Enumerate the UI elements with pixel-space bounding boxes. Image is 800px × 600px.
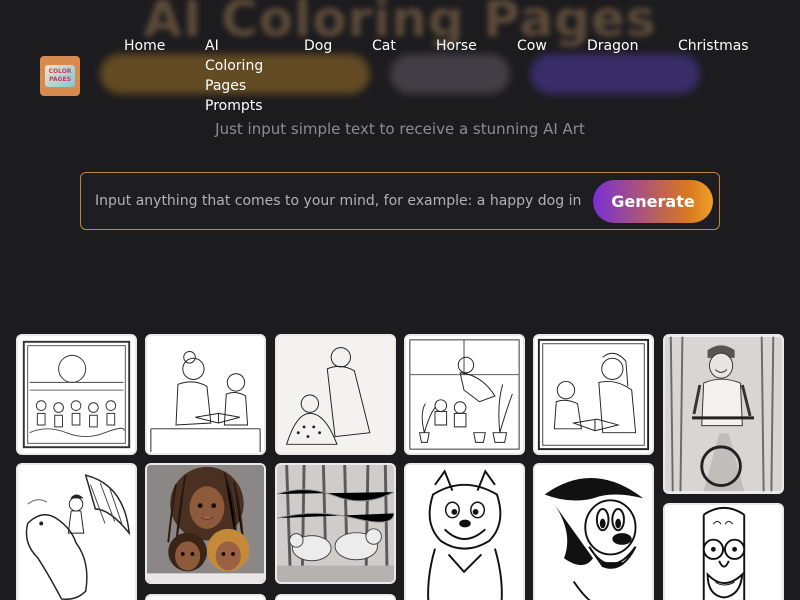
gallery-item-mother-children[interactable] [145,463,266,584]
mother-gardening-image [409,339,520,450]
grandmother-reading-image [150,350,261,453]
nav-ai-coloring-pages-prompts-line1[interactable]: AI [205,36,219,56]
prompt-search-bar: Generate [80,172,720,230]
nav-horse[interactable]: Horse [436,36,477,56]
boy-bicycle-image [665,336,782,492]
gallery-item-girl-dragon[interactable] [16,463,137,600]
gallery-item-mother-reading[interactable] [533,334,654,455]
gallery-item-boy-bicycle[interactable] [663,334,784,494]
nav-christmas[interactable]: Christmas [678,36,749,56]
nav-dog[interactable]: Dog [304,36,332,56]
gallery-item-partial-2[interactable] [275,594,396,600]
mother-reading-image [537,338,650,451]
nav-cat[interactable]: Cat [372,36,396,56]
gallery-item-grandmother-reading[interactable] [145,334,266,455]
cartoon-mouse-image [544,477,644,600]
gallery-item-bears-forest[interactable] [275,463,396,584]
mother-children-image [147,465,264,582]
children-garden-image [22,340,131,449]
gallery-item-cartoon-man[interactable] [663,503,784,600]
hero-tagline: Just input simple text to receive a stun… [215,120,585,138]
gallery-item-cartoon-fox[interactable] [404,463,525,600]
gallery-item-partial-1[interactable] [145,594,266,600]
grandmother-sewing-image [277,336,394,453]
main-nav: Home AI Coloring Pages Prompts Dog Cat H… [0,36,800,116]
gallery-item-mother-gardening[interactable] [404,334,525,455]
generate-button[interactable]: Generate [593,180,713,223]
gallery-item-children-garden[interactable] [16,334,137,455]
girl-dragon-image [25,474,131,600]
cartoon-fox-image [427,469,503,600]
nav-home[interactable]: Home [124,36,165,56]
cartoon-man-image [702,506,746,600]
nav-cow[interactable]: Cow [517,36,547,56]
gallery-item-cartoon-mouse[interactable] [533,463,654,600]
nav-ai-coloring-pages-prompts-line2[interactable]: Coloring [205,56,263,76]
gallery-item-grandmother-sewing[interactable] [275,334,396,455]
nav-ai-coloring-pages-prompts-line4[interactable]: Prompts [205,96,263,116]
nav-dragon[interactable]: Dragon [587,36,638,56]
bears-forest-image [277,465,394,582]
prompt-input[interactable] [95,183,595,219]
nav-ai-coloring-pages-prompts-line3[interactable]: Pages [205,76,246,96]
